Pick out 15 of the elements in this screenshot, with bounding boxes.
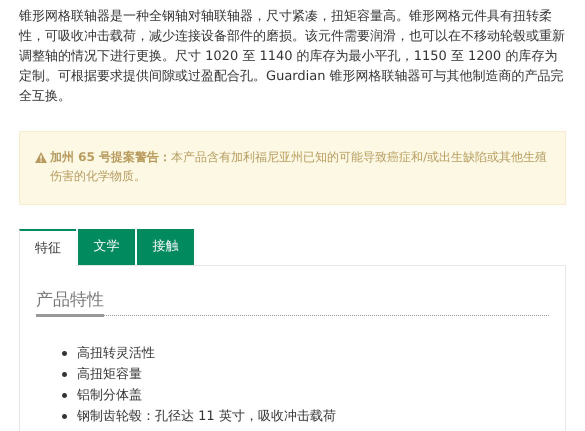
section-heading: 产品特性: [36, 288, 104, 317]
bullet-icon: [62, 414, 67, 419]
feature-item: 钢制齿轮毂：孔径达 11 英寸，吸收冲击载荷: [77, 408, 336, 426]
tab[interactable]: 文学: [78, 229, 135, 265]
warning-icon: [35, 152, 47, 163]
warning-text: 加州 65 号提案警告：本产品含有加利福尼亚州已知的可能导致癌症和/或出生缺陷或其他生殖伤害的化学物质。: [50, 149, 548, 185]
bullet-icon: [62, 351, 67, 356]
bullet-icon: [62, 372, 67, 377]
feature-item: 高扭矩容量: [77, 366, 142, 384]
tab[interactable]: 接触: [137, 229, 194, 265]
product-description: 锥形网格联轴器是一种全钢轴对轴联轴器，尺寸紧凑，扭矩容量高。锥形网格元件具有扭转柔性，可吸收冲击载荷，减少连接设备部件的磨损。该元件需要润滑，也可以在不移动轮毂或重新调整轴的情况下进行更换。尺寸 1020 至 1140 的库存为最小平孔，1150 至 1200 的库存为定制。可根据要求提供间隙或过盈配合孔。Guardian 锥形网格联轴器可与其他制造商的产品完全互换。: [19, 8, 566, 106]
bullet-icon: [62, 393, 67, 398]
feature-item: 铝制分体盖: [77, 386, 142, 405]
feature-item: 高扭转灵活性: [77, 344, 155, 363]
tab[interactable]: 特征: [19, 229, 76, 266]
